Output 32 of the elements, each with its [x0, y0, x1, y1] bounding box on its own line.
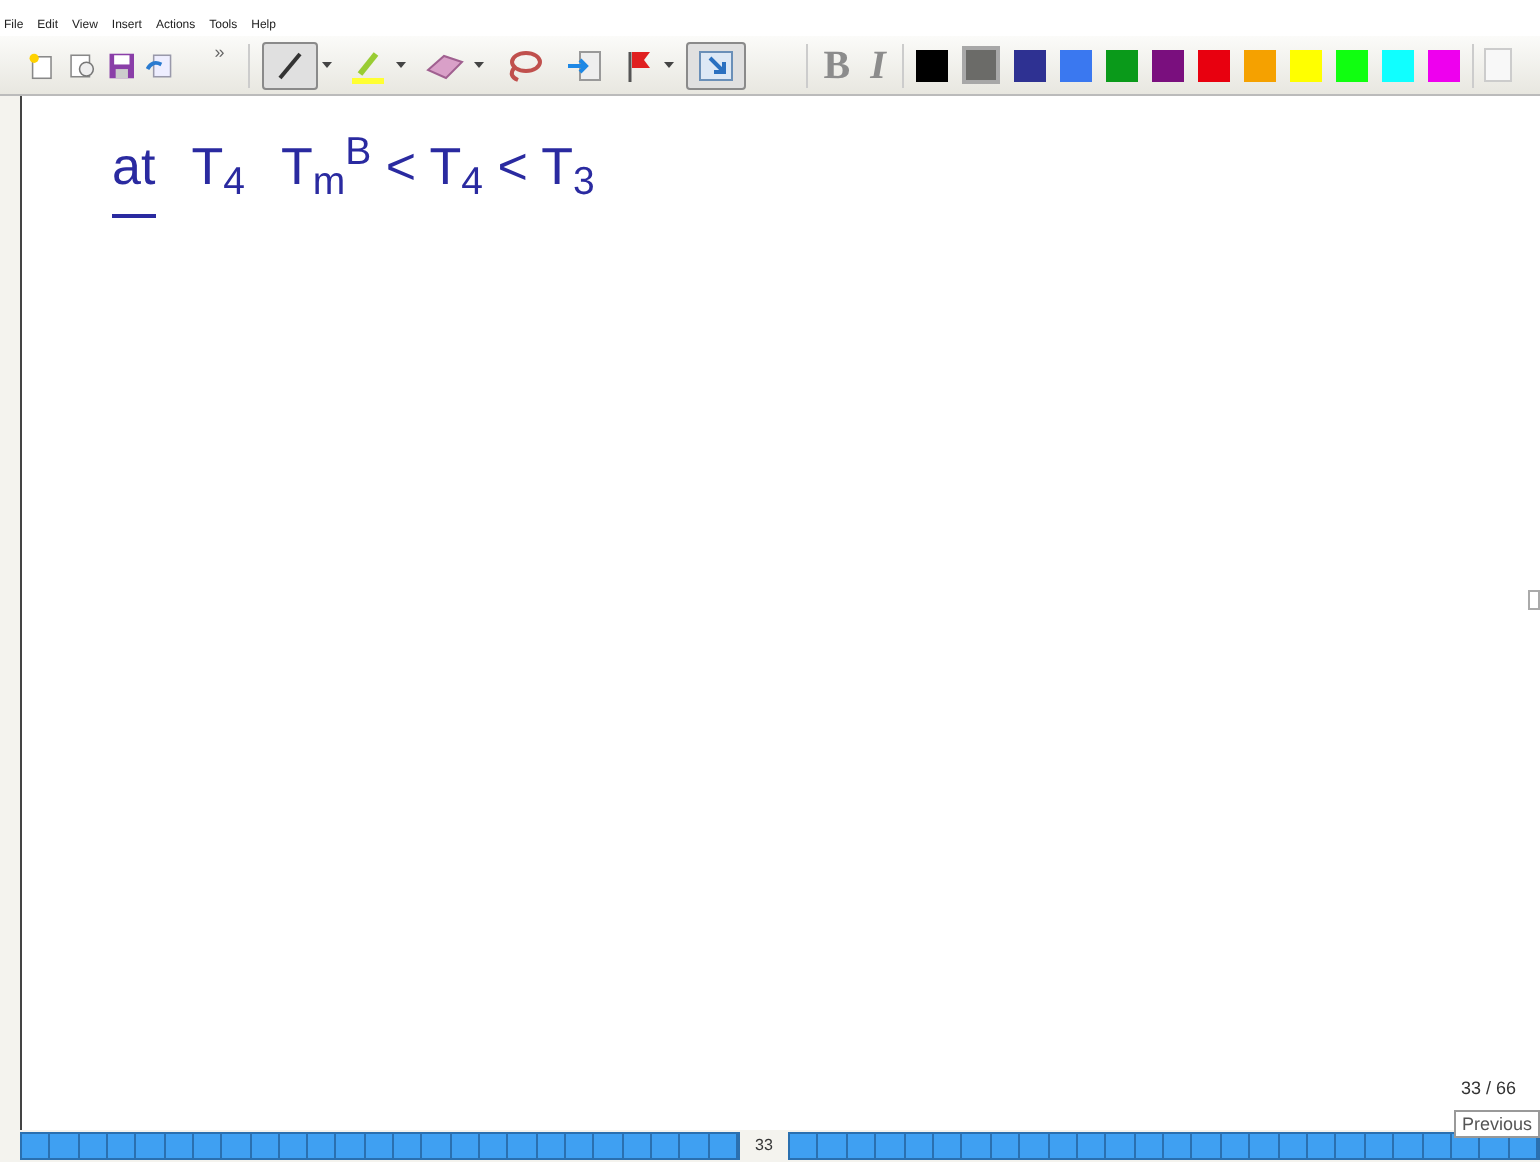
color-swatch[interactable] [1059, 49, 1092, 81]
pen-icon [274, 49, 307, 81]
color-swatch[interactable] [1197, 49, 1230, 81]
color-swatch[interactable] [1335, 49, 1368, 81]
page-counter: 33 / 66 [1460, 1075, 1516, 1101]
pen-tool-button[interactable] [262, 41, 319, 89]
color-swatch[interactable] [961, 46, 1000, 84]
color-swatch[interactable] [1105, 49, 1138, 81]
dropdown-arrow-icon[interactable] [474, 61, 485, 69]
eraser-icon [424, 51, 465, 79]
color-swatch[interactable] [1013, 49, 1046, 81]
overflow-chevron[interactable]: » [214, 40, 225, 67]
color-swatch[interactable] [1151, 49, 1184, 81]
color-swatch[interactable] [1289, 49, 1322, 81]
insert-space-icon [566, 49, 603, 81]
color-swatch[interactable] [1243, 49, 1276, 81]
handwritten-text: T$_{m}$$^{B}$ < T$_{4}$ < T$_{3}$ [280, 128, 595, 206]
color-swatch[interactable] [1427, 49, 1460, 81]
empty-color-swatch[interactable] [1484, 48, 1512, 82]
dropdown-arrow-icon[interactable] [396, 61, 407, 69]
handwritten-text: at [112, 128, 156, 218]
flag-icon [626, 49, 655, 81]
color-swatch[interactable] [1381, 49, 1414, 81]
dropdown-arrow-icon[interactable] [322, 61, 333, 69]
handwritten-text: T$_{4}$ [191, 134, 245, 206]
current-page-number: 33 [753, 1134, 775, 1158]
dropdown-arrow-icon[interactable] [664, 61, 675, 69]
selection-icon [698, 49, 735, 81]
color-swatch[interactable] [915, 49, 948, 81]
tooltip: Previous [1453, 1110, 1540, 1138]
highlighter-icon [350, 47, 387, 83]
select-tool-button[interactable] [686, 41, 747, 89]
